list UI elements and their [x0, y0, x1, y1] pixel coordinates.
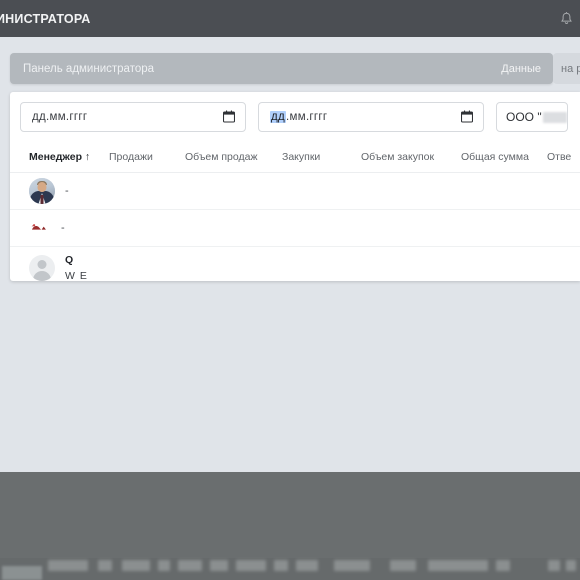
date-to-remainder: .мм.гггг	[286, 111, 328, 123]
taskbar-clock[interactable]	[548, 560, 560, 571]
cell-responsible	[547, 247, 580, 282]
date-to-input[interactable]: дд.мм.гггг	[258, 102, 484, 132]
content-card: дд.мм.гггг дд.мм.гггг ООО " Менеджер ↑ П…	[10, 92, 580, 281]
column-label: Менеджер	[29, 151, 82, 163]
manager-name-block: Q W E	[65, 254, 88, 281]
date-to-value: дд.мм.гггг	[270, 111, 327, 123]
taskbar-item[interactable]	[98, 560, 112, 571]
table-body: - - Q W E	[10, 172, 580, 282]
bell-icon	[559, 11, 574, 27]
taskbar-item[interactable]	[178, 560, 202, 571]
silhouette-avatar	[29, 255, 55, 281]
desktop-overlay	[0, 472, 580, 580]
cell-total-sum	[461, 209, 547, 247]
column-header-responsible[interactable]: Отве	[547, 142, 580, 173]
taskbar-start-button[interactable]	[2, 566, 42, 580]
taskbar-item[interactable]	[236, 560, 266, 571]
cell-sales-volume	[185, 172, 282, 210]
calendar-icon[interactable]	[461, 110, 473, 124]
table-row[interactable]: Q W E	[10, 247, 580, 282]
broken-image-icon	[29, 220, 51, 236]
filter-bar: дд.мм.гггг дд.мм.гггг ООО "	[10, 92, 580, 142]
page-title: ИНИСТРАТОРА	[0, 11, 91, 26]
taskbar-item[interactable]	[428, 560, 488, 571]
table-header: Менеджер ↑ Продажи Объем продаж Закупки …	[10, 142, 580, 173]
tab-secondary-label: на р	[561, 62, 580, 75]
cell-sales	[109, 172, 185, 210]
breadcrumb-title: Панель администратора	[23, 62, 155, 75]
cell-responsible	[547, 209, 580, 247]
cell-purchase-volume	[361, 209, 461, 247]
company-value: ООО "	[506, 110, 542, 124]
date-from-input[interactable]: дд.мм.гггг	[20, 102, 246, 132]
column-header-manager[interactable]: Менеджер ↑	[10, 142, 109, 173]
tab-data[interactable]: Данные	[489, 53, 553, 84]
cell-purchases	[282, 247, 361, 282]
app-header-bar: ИНИСТРАТОРА	[0, 0, 580, 37]
taskbar-tray-item[interactable]	[566, 560, 576, 571]
column-header-sales[interactable]: Продажи	[109, 142, 185, 173]
manager-name: -	[61, 222, 65, 234]
sort-arrow-up-icon: ↑	[84, 151, 91, 163]
notifications-button[interactable]	[559, 11, 574, 27]
cell-purchase-volume	[361, 247, 461, 282]
calendar-icon[interactable]	[223, 110, 235, 124]
photo-avatar	[29, 178, 55, 204]
manager-name-primary: Q	[65, 254, 74, 267]
cell-sales	[109, 209, 185, 247]
date-to-selected-segment[interactable]: дд	[270, 111, 287, 123]
redacted-text-block	[542, 111, 567, 123]
date-from-value: дд.мм.гггг	[32, 111, 88, 123]
cell-purchases	[282, 172, 361, 210]
cell-total-sum	[461, 172, 547, 210]
tab-secondary[interactable]: на р	[553, 53, 580, 84]
taskbar-item[interactable]	[296, 560, 318, 571]
cell-manager: Q W E	[10, 247, 109, 281]
taskbar-item[interactable]	[122, 560, 150, 571]
column-header-purchases[interactable]: Закупки	[282, 142, 361, 173]
table-header-row: Менеджер ↑ Продажи Объем продаж Закупки …	[10, 142, 580, 173]
cell-sales-volume	[185, 209, 282, 247]
column-header-purchase-volume[interactable]: Объем закупок	[361, 142, 461, 173]
taskbar-item[interactable]	[274, 560, 288, 571]
cell-sales-volume	[185, 247, 282, 282]
cell-purchase-volume	[361, 172, 461, 210]
taskbar-item[interactable]	[496, 560, 510, 571]
taskbar-item[interactable]	[158, 560, 170, 571]
taskbar-item[interactable]	[210, 560, 228, 571]
taskbar-item[interactable]	[390, 560, 416, 571]
taskbar-item[interactable]	[334, 560, 370, 571]
cell-sales	[109, 247, 185, 282]
cell-manager: -	[10, 209, 109, 247]
breadcrumb: Панель администратора Данные	[10, 53, 553, 84]
column-header-sales-volume[interactable]: Объем продаж	[185, 142, 282, 173]
manager-name-secondary: W E	[65, 269, 88, 282]
cell-total-sum	[461, 247, 547, 282]
table-row[interactable]: -	[10, 209, 580, 247]
table-row[interactable]: -	[10, 172, 580, 210]
manager-name: -	[65, 185, 69, 197]
cell-purchases	[282, 209, 361, 247]
column-header-total-sum[interactable]: Общая сумма	[461, 142, 547, 173]
screen-root: ИНИСТРАТОРА Панель администратора Данные…	[0, 0, 580, 580]
cell-manager: -	[10, 172, 109, 210]
os-taskbar[interactable]	[0, 558, 580, 580]
company-input[interactable]: ООО "	[496, 102, 568, 132]
taskbar-item[interactable]	[48, 560, 88, 571]
cell-responsible	[547, 172, 580, 210]
managers-table: Менеджер ↑ Продажи Объем продаж Закупки …	[10, 142, 580, 281]
